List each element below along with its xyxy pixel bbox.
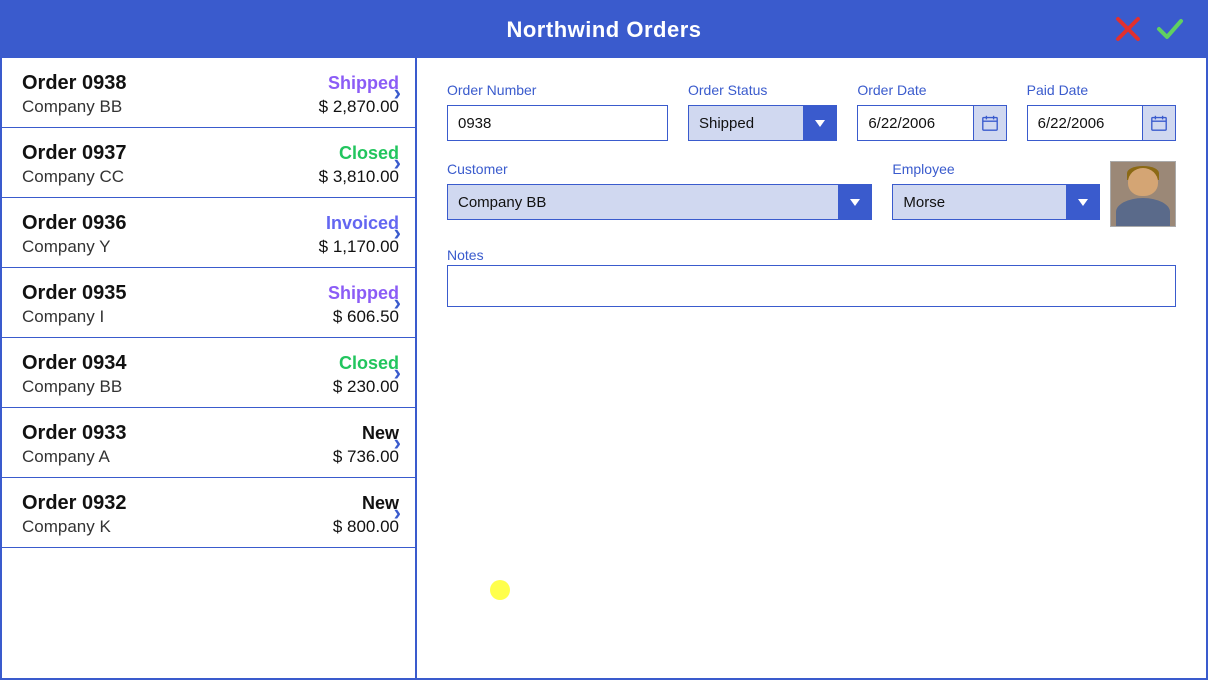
order-date-wrap [857, 105, 1006, 141]
order-number-5: Order 0933 [22, 422, 127, 445]
customer-employee-grid: Customer Company ACompany BBCompany CCCo… [447, 161, 1176, 227]
title-bar: Northwind Orders [2, 2, 1206, 58]
list-item-order-0938[interactable]: Order 0938 Shipped Company BB $ 2,870.00… [2, 58, 415, 128]
order-status-1: Closed [339, 143, 399, 164]
order-company-3: Company I [22, 307, 104, 327]
order-company-6: Company K [22, 517, 111, 537]
order-company-4: Company BB [22, 377, 122, 397]
order-company-0: Company BB [22, 97, 122, 117]
customer-select-wrap: Company ACompany BBCompany CCCompany ICo… [447, 184, 872, 220]
order-company-1: Company CC [22, 167, 124, 187]
order-date-label: Order Date [857, 82, 1006, 98]
detail-top-grid: Order Number Order Status NewShippedInvo… [447, 82, 1176, 141]
main-content: Order 0938 Shipped Company BB $ 2,870.00… [2, 58, 1206, 678]
order-amount-0: $ 2,870.00 [319, 97, 399, 117]
paid-date-calendar-button[interactable] [1142, 105, 1176, 141]
order-status-dropdown-button[interactable] [803, 105, 837, 141]
customer-label: Customer [447, 161, 872, 177]
employee-label: Employee [892, 161, 1100, 177]
order-number-0: Order 0938 [22, 72, 127, 95]
confirm-button[interactable] [1154, 13, 1186, 48]
customer-group: Customer Company ACompany BBCompany CCCo… [447, 161, 872, 220]
paid-date-group: Paid Date [1027, 82, 1176, 141]
list-item-order-0937[interactable]: Order 0937 Closed Company CC $ 3,810.00 … [2, 128, 415, 198]
app-window: Northwind Orders Order 0938 Shipped [0, 0, 1208, 680]
order-number-2: Order 0936 [22, 212, 127, 235]
order-number-group: Order Number [447, 82, 668, 141]
app-title: Northwind Orders [506, 17, 701, 43]
order-status-select-wrap: NewShippedInvoicedClosed [688, 105, 837, 141]
photo-shoulders [1116, 198, 1170, 226]
order-amount-6: $ 800.00 [333, 517, 399, 537]
order-amount-5: $ 736.00 [333, 447, 399, 467]
order-status-2: Invoiced [326, 213, 399, 234]
order-company-2: Company Y [22, 237, 111, 257]
list-item-order-0933[interactable]: Order 0933 New Company A $ 736.00 › [2, 408, 415, 478]
notes-label: Notes [447, 247, 484, 263]
order-status-3: Shipped [328, 283, 399, 304]
notes-section: Notes [447, 247, 1176, 312]
order-arrow-3[interactable]: › [394, 290, 401, 316]
order-number-6: Order 0932 [22, 492, 127, 515]
list-item-order-0935[interactable]: Order 0935 Shipped Company I $ 606.50 › [2, 268, 415, 338]
order-amount-2: $ 1,170.00 [319, 237, 399, 257]
paid-date-wrap [1027, 105, 1176, 141]
notes-input[interactable] [447, 265, 1176, 307]
order-number-1: Order 0937 [22, 142, 127, 165]
order-arrow-6[interactable]: › [394, 500, 401, 526]
paid-date-label: Paid Date [1027, 82, 1176, 98]
customer-select[interactable]: Company ACompany BBCompany CCCompany ICo… [447, 184, 872, 220]
close-button[interactable] [1112, 13, 1144, 48]
title-bar-buttons [1112, 13, 1186, 48]
customer-dropdown-button[interactable] [838, 184, 872, 220]
order-list[interactable]: Order 0938 Shipped Company BB $ 2,870.00… [2, 58, 417, 678]
order-date-group: Order Date [857, 82, 1006, 141]
employee-dropdown-button[interactable] [1066, 184, 1100, 220]
order-amount-3: $ 606.50 [333, 307, 399, 327]
employee-photo-group: Employee MorseDavolioFullerLeverling [892, 161, 1176, 227]
order-company-5: Company A [22, 447, 110, 467]
order-arrow-0[interactable]: › [394, 80, 401, 106]
order-status-4: Closed [339, 353, 399, 374]
list-item-order-0932[interactable]: Order 0932 New Company K $ 800.00 › [2, 478, 415, 548]
order-number-4: Order 0934 [22, 352, 127, 375]
order-arrow-5[interactable]: › [394, 430, 401, 456]
order-number-label: Order Number [447, 82, 668, 98]
list-item-order-0936[interactable]: Order 0936 Invoiced Company Y $ 1,170.00… [2, 198, 415, 268]
order-status-label: Order Status [688, 82, 837, 98]
order-arrow-1[interactable]: › [394, 150, 401, 176]
photo-head [1128, 168, 1158, 196]
order-number-input[interactable] [447, 105, 668, 141]
order-amount-4: $ 230.00 [333, 377, 399, 397]
order-status-0: Shipped [328, 73, 399, 94]
order-arrow-2[interactable]: › [394, 220, 401, 246]
detail-panel: Order Number Order Status NewShippedInvo… [417, 58, 1206, 678]
order-date-calendar-button[interactable] [973, 105, 1007, 141]
order-number-3: Order 0935 [22, 282, 127, 305]
employee-photo [1110, 161, 1176, 227]
employee-group: Employee MorseDavolioFullerLeverling [892, 161, 1100, 220]
list-item-order-0934[interactable]: Order 0934 Closed Company BB $ 230.00 › [2, 338, 415, 408]
order-amount-1: $ 3,810.00 [319, 167, 399, 187]
employee-select-wrap: MorseDavolioFullerLeverling [892, 184, 1100, 220]
order-arrow-4[interactable]: › [394, 360, 401, 386]
order-status-group: Order Status NewShippedInvoicedClosed [688, 82, 837, 141]
